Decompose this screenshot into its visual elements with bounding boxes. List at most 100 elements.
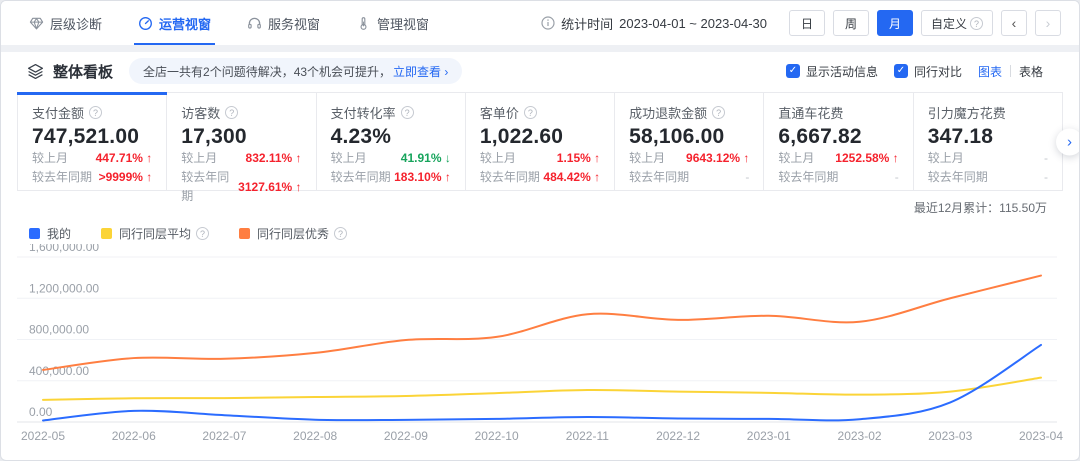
kpi-yoy-label: 较去年同期 xyxy=(480,168,540,187)
series-line-同行同层优秀 xyxy=(43,276,1041,370)
help-circle-icon[interactable] xyxy=(89,106,102,119)
help-circle-icon[interactable] xyxy=(401,106,414,119)
kpi-mom-value: 1252.58% ↑ xyxy=(835,149,898,168)
pager-prev-button[interactable]: ‹ xyxy=(1001,10,1027,36)
range-button-日[interactable]: 日 xyxy=(789,10,825,36)
kpi-card-客单价[interactable]: 客单价 1,022.60 较上月 1.15% ↑ 较去年同期 484.42% ↑ xyxy=(466,93,615,190)
kpi-card-成功退款金额[interactable]: 成功退款金额 58,106.00 较上月 9643.12% ↑ 较去年同期 - xyxy=(615,93,764,190)
top-nav-bar: 层级诊断 运营视窗 服务视窗 管理视窗 统计时间 2023-04-01 ~ 20… xyxy=(1,1,1079,45)
cards-next-button[interactable]: › xyxy=(1056,128,1080,155)
nav-tab-服务视窗[interactable]: 服务视窗 xyxy=(247,1,320,45)
stat-time-value: 2023-04-01 ~ 2023-04-30 xyxy=(619,16,767,31)
kpi-mom-row: 较上月 9643.12% ↑ xyxy=(629,149,749,168)
x-tick-label: 2022-09 xyxy=(384,429,428,443)
kpi-card-访客数[interactable]: 访客数 17,300 较上月 832.11% ↑ 较去年同期 3127.61% … xyxy=(167,93,316,190)
stat-time-label: 统计时间 xyxy=(561,14,613,33)
kpi-card-直通车花费[interactable]: 直通车花费 6,667.82 较上月 1252.58% ↑ 较去年同期 - xyxy=(764,93,913,190)
kpi-card-value: 347.18 xyxy=(928,125,1048,149)
kpi-yoy-row: 较去年同期 - xyxy=(629,168,749,187)
nav-tab-运营视窗[interactable]: 运营视窗 xyxy=(138,1,211,45)
toggle-显示活动信息[interactable]: 显示活动信息 xyxy=(786,63,878,80)
toggle-同行对比[interactable]: 同行对比 xyxy=(894,63,962,80)
section-divider xyxy=(1,45,1079,52)
kpi-card-支付转化率[interactable]: 支付转化率 4.23% 较上月 41.91% ↓ 较去年同期 183.10% ↑ xyxy=(317,93,466,190)
x-tick-label: 2022-05 xyxy=(21,429,65,443)
help-circle-icon[interactable] xyxy=(225,106,238,119)
notice-text: 全店一共有2个问题待解决，43个机会可提升， xyxy=(143,63,391,80)
nav-tab-label: 层级诊断 xyxy=(50,14,102,33)
kpi-card-value: 4.23% xyxy=(331,125,451,149)
range-button-月[interactable]: 月 xyxy=(877,10,913,36)
kpi-mom-row: 较上月 - xyxy=(928,149,1048,168)
x-tick-label: 2023-02 xyxy=(838,429,882,443)
kpi-yoy-label: 较去年同期 xyxy=(331,168,391,187)
thermometer-icon xyxy=(356,16,371,31)
kpi-mom-label: 较上月 xyxy=(928,149,964,168)
kpi-card-title-text: 客单价 xyxy=(480,103,519,122)
kpi-yoy-label: 较去年同期 xyxy=(778,168,838,187)
x-tick-label: 2022-10 xyxy=(475,429,519,443)
y-tick-label: 1,600,000.00 xyxy=(29,244,99,254)
kpi-yoy-row: 较去年同期 - xyxy=(778,168,898,187)
kpi-yoy-value: - xyxy=(1044,168,1048,187)
range-button-周[interactable]: 周 xyxy=(833,10,869,36)
kpi-card-title-text: 引力魔方花费 xyxy=(928,103,1006,122)
x-tick-label: 2022-12 xyxy=(656,429,700,443)
info-circle-icon xyxy=(541,16,555,30)
nav-tab-管理视窗[interactable]: 管理视窗 xyxy=(356,1,429,45)
kpi-yoy-value: 183.10% ↑ xyxy=(394,168,451,187)
help-circle-icon[interactable] xyxy=(524,106,537,119)
checkbox-checked-icon[interactable] xyxy=(894,64,908,78)
legend-item-同行同层平均[interactable]: 同行同层平均 xyxy=(101,225,209,242)
nav-tab-label: 服务视窗 xyxy=(268,14,320,33)
kpi-card-title: 访客数 xyxy=(181,103,301,122)
nav-tabs: 层级诊断 运营视窗 服务视窗 管理视窗 xyxy=(29,1,429,45)
kpi-mom-label: 较上月 xyxy=(629,149,665,168)
kpi-mom-row: 较上月 1252.58% ↑ xyxy=(778,149,898,168)
kpi-card-引力魔方花费[interactable]: 引力魔方花费 347.18 较上月 - 较去年同期 - xyxy=(914,93,1062,190)
dashboard-page: 层级诊断 运营视窗 服务视窗 管理视窗 统计时间 2023-04-01 ~ 20… xyxy=(0,0,1080,461)
notice-view-link[interactable]: 立即查看 › xyxy=(393,63,448,80)
gem-icon xyxy=(29,16,44,31)
nav-tab-层级诊断[interactable]: 层级诊断 xyxy=(29,1,102,45)
legend-label: 同行同层平均 xyxy=(119,225,191,242)
custom-range-label: 自定义 xyxy=(931,15,967,32)
kpi-mom-value: 9643.12% ↑ xyxy=(686,149,749,168)
legend-item-我的[interactable]: 我的 xyxy=(29,225,71,242)
view-table-option[interactable]: 表格 xyxy=(1019,63,1043,80)
x-tick-label: 2022-11 xyxy=(566,429,609,443)
kpi-yoy-row: 较去年同期 484.42% ↑ xyxy=(480,168,600,187)
view-switch-divider xyxy=(1010,65,1011,77)
kpi-mom-value: 41.91% ↓ xyxy=(401,149,451,168)
kpi-mom-row: 较上月 832.11% ↑ xyxy=(181,149,301,168)
kpi-cards-wrap: 支付金额 747,521.00 较上月 447.71% ↑ 较去年同期 >999… xyxy=(17,92,1063,191)
last-12m-summary: 最近12月累计：115.50万 xyxy=(1,191,1079,216)
legend-label: 我的 xyxy=(47,225,71,242)
toggles: 显示活动信息 同行对比 xyxy=(786,63,962,80)
kpi-card-value: 747,521.00 xyxy=(32,125,152,149)
custom-range-button[interactable]: 自定义 xyxy=(921,10,993,36)
legend-item-同行同层优秀[interactable]: 同行同层优秀 xyxy=(239,225,347,242)
kpi-mom-row: 较上月 41.91% ↓ xyxy=(331,149,451,168)
kpi-mom-label: 较上月 xyxy=(181,149,217,168)
issues-notice-pill: 全店一共有2个问题待解决，43个机会可提升， 立即查看 › xyxy=(129,58,462,84)
kpi-card-title-text: 支付金额 xyxy=(32,103,84,122)
pager-next-button[interactable]: › xyxy=(1035,10,1061,36)
kpi-yoy-label: 较去年同期 xyxy=(928,168,988,187)
kpi-mom-row: 较上月 1.15% ↑ xyxy=(480,149,600,168)
board-header: 整体看板 全店一共有2个问题待解决，43个机会可提升， 立即查看 › 显示活动信… xyxy=(1,52,1079,90)
y-tick-label: 0.00 xyxy=(29,405,53,419)
checkbox-checked-icon[interactable] xyxy=(786,64,800,78)
kpi-card-支付金额[interactable]: 支付金额 747,521.00 较上月 447.71% ↑ 较去年同期 >999… xyxy=(18,93,167,190)
board-header-right: 显示活动信息 同行对比 图表 表格 xyxy=(786,63,1043,80)
kpi-yoy-value: - xyxy=(895,168,899,187)
kpi-mom-label: 较上月 xyxy=(331,149,367,168)
x-tick-label: 2022-07 xyxy=(202,429,246,443)
kpi-yoy-value: >9999% ↑ xyxy=(99,168,153,187)
y-tick-label: 800,000.00 xyxy=(29,323,89,337)
help-circle-icon[interactable] xyxy=(712,106,725,119)
gauge-icon xyxy=(138,16,153,31)
kpi-card-title-text: 支付转化率 xyxy=(331,103,396,122)
view-chart-option[interactable]: 图表 xyxy=(978,63,1002,80)
x-tick-label: 2023-01 xyxy=(747,429,791,443)
